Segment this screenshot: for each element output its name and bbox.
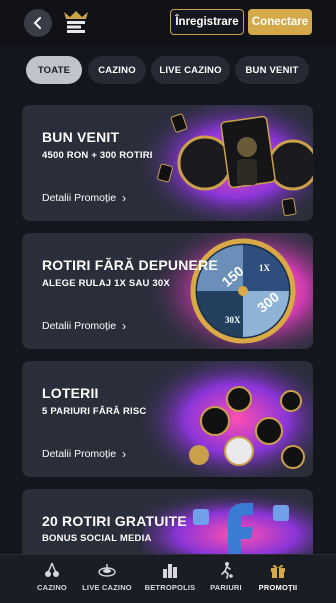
tab-live-casino[interactable]: LIVE CAZINO: [77, 561, 137, 601]
promo-details-link[interactable]: Detalii Promoție ›: [42, 319, 126, 333]
welcome-promo-illustration: [143, 105, 313, 221]
soccer-player-icon: [221, 562, 233, 579]
promo-details-label: Detalii Promoție: [42, 448, 117, 460]
roulette-icon: [98, 564, 116, 577]
promo-subtitle: 4500 RON + 300 ROTIRI: [42, 150, 153, 161]
city-icon: [163, 564, 177, 578]
promo-title: LOTERII: [42, 385, 99, 401]
chevron-right-icon: ›: [122, 447, 127, 461]
promo-subtitle: BONUS SOCIAL MEDIA: [42, 533, 152, 544]
brand-logo[interactable]: [62, 10, 90, 34]
chevron-left-icon: [33, 17, 41, 29]
promo-title: 20 ROTIRI GRATUITE: [42, 513, 187, 529]
wheel-promo-illustration: 150 300 1X 30X: [143, 233, 313, 349]
bottom-tab-bar: CAZINO LIVE CAZINO BETROPOLIS PARIURI PR…: [0, 554, 336, 603]
cherries-icon: [45, 562, 59, 577]
tab-label: LIVE CAZINO: [82, 583, 132, 592]
chevron-right-icon: ›: [122, 191, 127, 205]
promo-details-label: Detalii Promoție: [42, 320, 117, 332]
promo-card-welcome[interactable]: BUN VENIT 4500 RON + 300 ROTIRI Detalii …: [22, 105, 313, 221]
tab-sports-betting[interactable]: PARIURI: [196, 561, 256, 601]
tab-promotions[interactable]: PROMOȚII: [248, 561, 308, 601]
promo-card-social-spins[interactable]: 20 ROTIRI GRATUITE BONUS SOCIAL MEDIA: [22, 489, 313, 554]
promo-details-label: Detalii Promoție: [42, 192, 117, 204]
tab-label: PARIURI: [210, 583, 242, 592]
promo-filter-bar: TOATE CAZINO LIVE CAZINO BUN VENIT: [0, 56, 336, 86]
filter-chip-all[interactable]: TOATE: [26, 56, 82, 84]
promo-details-link[interactable]: Detalii Promoție ›: [42, 191, 126, 205]
tab-betropolis[interactable]: BETROPOLIS: [140, 561, 200, 601]
tab-label: PROMOȚII: [258, 583, 298, 592]
promo-card-lottery[interactable]: LOTERII 5 PARIURI FĂRĂ RISC Detalii Prom…: [22, 361, 313, 477]
promo-title: BUN VENIT: [42, 129, 120, 145]
tab-casino[interactable]: CAZINO: [22, 561, 82, 601]
lottery-promo-illustration: [143, 361, 313, 477]
filter-chip-live-casino[interactable]: LIVE CAZINO: [151, 56, 230, 84]
wheel-label-30x: 30X: [225, 315, 241, 325]
filter-chip-welcome[interactable]: BUN VENIT: [235, 56, 309, 84]
back-button[interactable]: [24, 9, 52, 37]
promo-title: ROTIRI FĂRĂ DEPUNERE: [42, 257, 218, 273]
chevron-right-icon: ›: [122, 319, 127, 333]
promo-card-no-deposit-spins[interactable]: 150 300 1X 30X ROTIRI FĂRĂ DEPUNERE ALEG…: [22, 233, 313, 349]
register-button[interactable]: Înregistrare: [170, 9, 244, 35]
tab-label: CAZINO: [37, 583, 67, 592]
tab-label: BETROPOLIS: [144, 583, 196, 592]
gift-icon: [271, 564, 285, 578]
promo-details-link[interactable]: Detalii Promoție ›: [42, 447, 126, 461]
promo-subtitle: 5 PARIURI FĂRĂ RISC: [42, 406, 147, 417]
wheel-label-1x: 1X: [259, 263, 271, 273]
login-button[interactable]: Conectare: [248, 9, 312, 35]
top-header: Înregistrare Conectare: [0, 0, 336, 46]
promo-subtitle: ALEGE RULAJ 1X SAU 30X: [42, 278, 170, 289]
filter-chip-casino[interactable]: CAZINO: [88, 56, 146, 84]
